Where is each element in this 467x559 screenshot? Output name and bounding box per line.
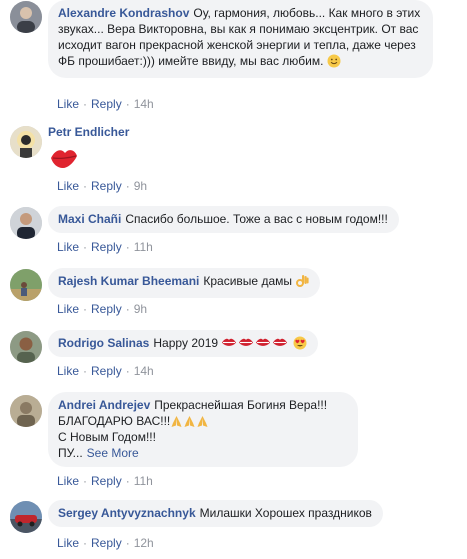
like-link[interactable]: Like — [57, 364, 79, 378]
folded-hands-icon — [171, 416, 182, 427]
lips-icon — [256, 338, 271, 346]
comment-actions: Like · Reply · 14h — [57, 364, 154, 378]
see-more-link[interactable]: See More — [87, 446, 139, 460]
comment-bubble: Andrei Andrejev Прекраснейшая Богиня Вера… — [48, 392, 358, 467]
timestamp[interactable]: 14h — [134, 97, 154, 111]
like-link[interactable]: Like — [57, 536, 79, 550]
lips-icon — [239, 338, 254, 346]
comment-actions: Like · Reply · 11h — [57, 240, 153, 254]
comment-text: Красивые дамы — [203, 274, 292, 288]
avatar[interactable] — [10, 269, 42, 301]
commenter-name[interactable]: Sergey Antyvyznachnyk — [58, 506, 196, 520]
commenter-name[interactable]: Rajesh Kumar Bheemani — [58, 274, 199, 288]
avatar[interactable] — [10, 1, 42, 33]
commenter-name[interactable]: Rodrigo Salinas — [58, 336, 149, 350]
comment-actions: Like · Reply · 9h — [57, 179, 148, 193]
folded-hands-icons — [170, 414, 209, 428]
reply-link[interactable]: Reply — [91, 536, 122, 550]
heart-eyes-icon — [293, 336, 307, 350]
timestamp[interactable]: 11h — [134, 474, 153, 488]
like-link[interactable]: Like — [57, 240, 79, 254]
comment-actions: Like · Reply · 9h — [57, 302, 148, 316]
like-link[interactable]: Like — [57, 474, 79, 488]
like-link[interactable]: Like — [57, 97, 79, 111]
reply-link[interactable]: Reply — [91, 240, 122, 254]
commenter-name[interactable]: Andrei Andrejev — [58, 398, 150, 412]
timestamp[interactable]: 12h — [134, 536, 154, 550]
comment-text: ПУ... — [58, 446, 83, 460]
commenter-name[interactable]: Petr Endlicher — [48, 124, 129, 140]
avatar[interactable] — [10, 207, 42, 239]
smiling-face-icon — [327, 54, 341, 72]
kiss-mark-icon — [49, 146, 79, 173]
lips-icons — [221, 336, 307, 350]
comment-bubble: Rajesh Kumar Bheemani Красивые дамы — [48, 268, 321, 298]
timestamp[interactable]: 11h — [134, 240, 153, 254]
reply-link[interactable]: Reply — [91, 364, 122, 378]
folded-hands-icon — [197, 416, 208, 427]
reply-link[interactable]: Reply — [91, 302, 122, 316]
comment-text: Спасибо большое. Тоже а вас с новым годо… — [125, 212, 388, 226]
comment-actions: Like · Reply · 12h — [57, 536, 154, 550]
comment-text: Happy 2019 — [153, 336, 219, 350]
avatar[interactable] — [10, 395, 42, 427]
timestamp[interactable]: 9h — [134, 302, 147, 316]
comment-text: С Новым Годом!!! — [58, 430, 156, 444]
comment-bubble: Sergey Antyvyznachnyk Милашки Хорошех пра… — [48, 500, 383, 527]
timestamp[interactable]: 14h — [134, 364, 154, 378]
avatar[interactable] — [10, 331, 42, 363]
comment-bubble: Alexandre Kondrashov Оу, гармония, любовь… — [48, 0, 433, 78]
comment-actions: Like · Reply · 11h — [57, 474, 153, 488]
commenter-name[interactable]: Alexandre Kondrashov — [58, 6, 189, 20]
comment-actions: Like · Reply · 14h — [57, 97, 154, 111]
reply-link[interactable]: Reply — [91, 97, 122, 111]
timestamp[interactable]: 9h — [134, 179, 147, 193]
folded-hands-icon — [184, 416, 195, 427]
comment-bubble: Rodrigo Salinas Happy 2019 — [48, 330, 318, 357]
ok-hand-icon — [295, 274, 309, 292]
lips-icon — [222, 338, 237, 346]
comment-bubble: Maxi Chañi Спасибо большое. Тоже а вас с … — [48, 206, 399, 233]
avatar[interactable] — [10, 126, 42, 158]
lips-icon — [273, 338, 288, 346]
comment-text: Милашки Хорошех праздников — [199, 506, 372, 520]
reply-link[interactable]: Reply — [91, 179, 122, 193]
like-link[interactable]: Like — [57, 302, 79, 316]
like-link[interactable]: Like — [57, 179, 79, 193]
commenter-name[interactable]: Maxi Chañi — [58, 212, 121, 226]
reply-link[interactable]: Reply — [91, 474, 122, 488]
avatar[interactable] — [10, 501, 42, 533]
